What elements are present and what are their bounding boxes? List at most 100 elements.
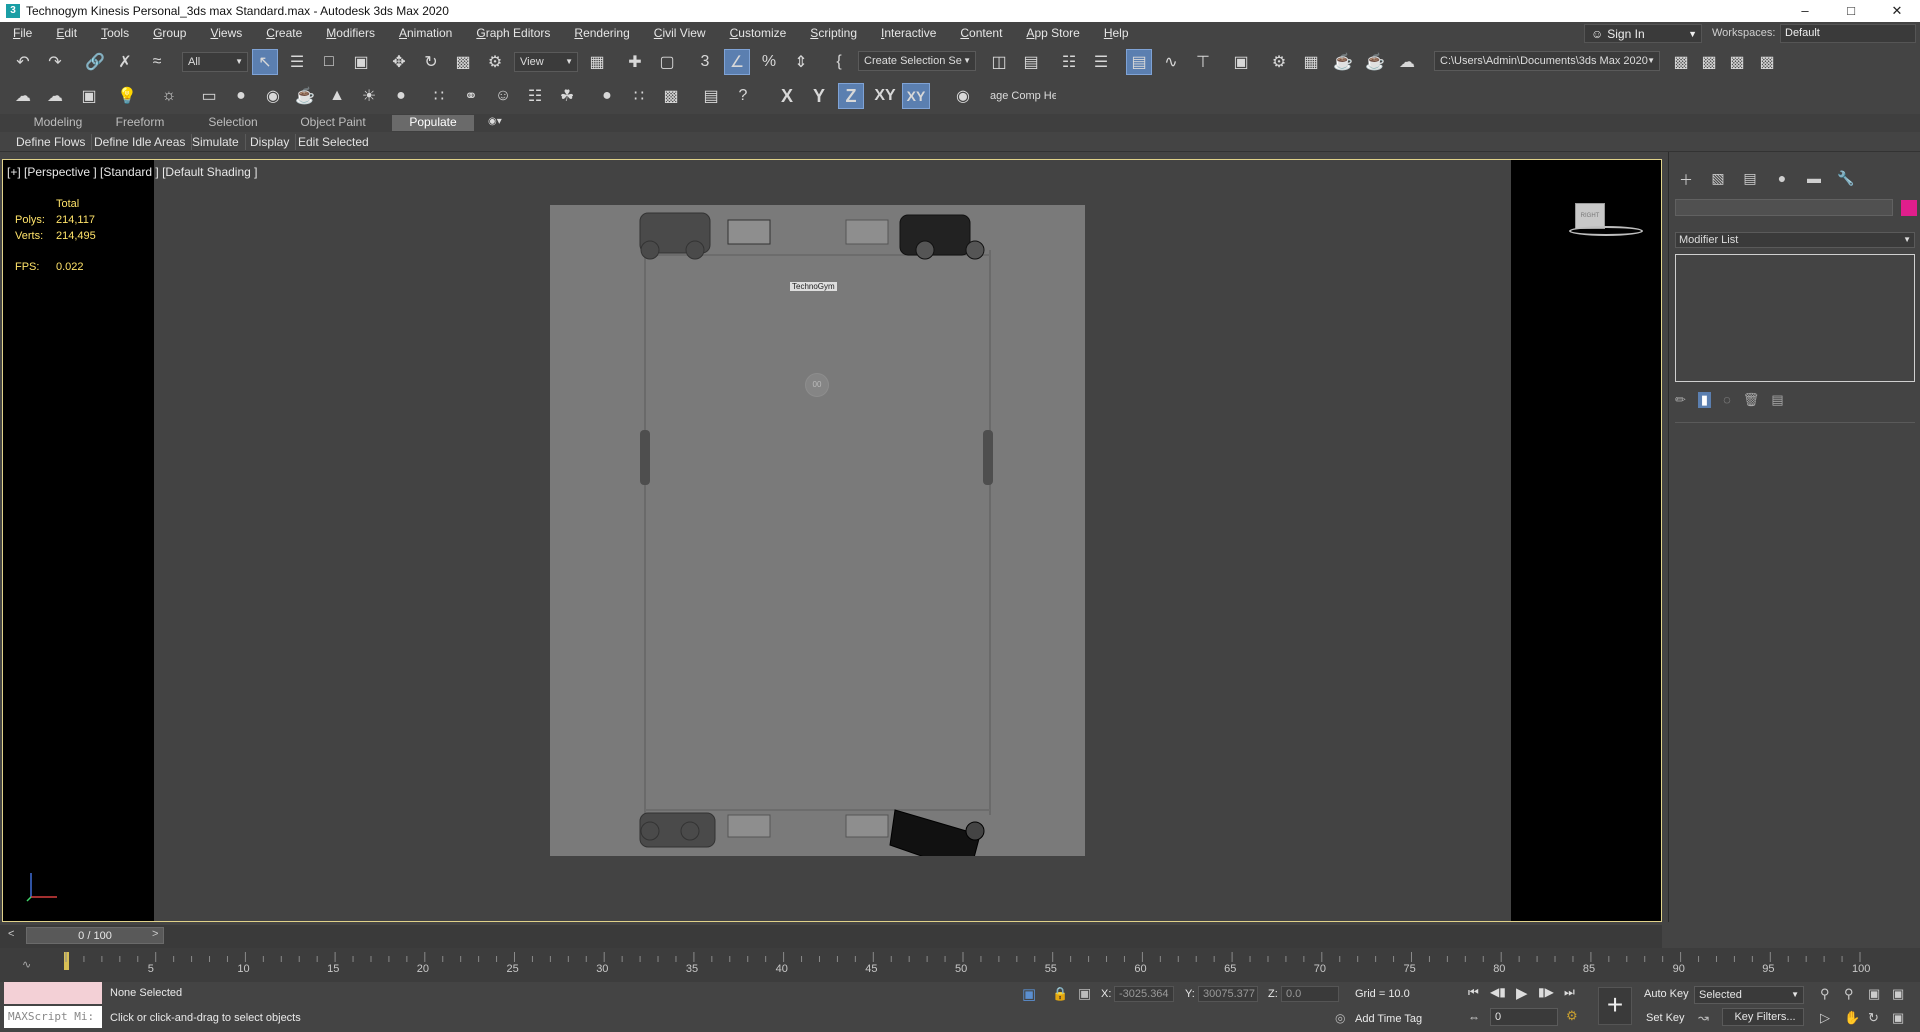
- isolate-selection-icon[interactable]: ▣: [1022, 985, 1036, 1003]
- pan-view-icon[interactable]: ✋: [1844, 1010, 1860, 1026]
- sun-icon[interactable]: ☀: [356, 83, 382, 109]
- mirror-icon[interactable]: ◫: [986, 49, 1012, 75]
- light-icon[interactable]: 💡: [114, 83, 140, 109]
- time-configuration-icon[interactable]: ⚙: [1566, 1008, 1578, 1024]
- remove-modifier-icon[interactable]: 🗑: [1743, 392, 1760, 408]
- image-icon[interactable]: ▣: [76, 83, 102, 109]
- material-sphere-icon[interactable]: ●: [594, 83, 620, 109]
- zoom-extents-all-icon[interactable]: ▣: [1892, 986, 1904, 1002]
- maxscript-mini-listener[interactable]: MAXScript Mi:: [4, 1006, 102, 1028]
- define-flows-button[interactable]: Define Flows: [10, 134, 93, 150]
- menu-interactive[interactable]: Interactive: [868, 26, 947, 40]
- render-frame-icon[interactable]: ▩: [658, 83, 684, 109]
- align-icon[interactable]: ▤: [1018, 49, 1044, 75]
- edit-selected-button[interactable]: Edit Selected: [292, 134, 375, 150]
- menu-rendering[interactable]: Rendering: [561, 26, 640, 40]
- dome-icon[interactable]: ●: [228, 83, 254, 109]
- object-name-field[interactable]: [1675, 199, 1893, 216]
- help-icon[interactable]: ?: [730, 83, 756, 109]
- sphere-icon[interactable]: ◉: [260, 83, 286, 109]
- menu-group[interactable]: Group: [140, 26, 197, 40]
- zoom-icon[interactable]: ⚲: [1820, 986, 1830, 1002]
- select-manipulate-icon[interactable]: ✚: [622, 49, 648, 75]
- maximize-viewport-icon[interactable]: ▣: [1892, 1010, 1904, 1026]
- motion-tab-icon[interactable]: ●: [1771, 170, 1793, 190]
- key-mode-toggle-icon[interactable]: ⇔: [1468, 1010, 1480, 1024]
- color-clipboard-icon[interactable]: ∷: [626, 83, 652, 109]
- viewport-label-menu[interactable]: [+] [Perspective ] [Standard ] [Default …: [7, 165, 257, 179]
- project-folder-dropdown[interactable]: C:\Users\Admin\Documents\3ds Max 2020 ▼: [1434, 51, 1660, 71]
- render-production-icon[interactable]: ☕: [1330, 49, 1356, 75]
- cloud-icon[interactable]: ☁: [42, 83, 68, 109]
- menu-civil-view[interactable]: Civil View: [641, 26, 717, 40]
- tab-object-paint[interactable]: Object Paint: [290, 115, 376, 131]
- particle-icon[interactable]: ∷: [426, 83, 452, 109]
- time-next-icon[interactable]: >: [152, 928, 158, 940]
- tab-modeling[interactable]: Modeling: [18, 115, 98, 131]
- cone-icon[interactable]: ▲: [324, 83, 350, 109]
- define-idle-areas-button[interactable]: Define Idle Areas: [88, 134, 193, 150]
- named-selection-dropdown[interactable]: Create Selection Se ▼: [858, 51, 976, 71]
- percent-snap-icon[interactable]: %: [756, 49, 782, 75]
- plane-icon[interactable]: ▭: [196, 83, 222, 109]
- material-editor-icon[interactable]: ▣: [1228, 49, 1254, 75]
- create-tab-icon[interactable]: ＋: [1675, 170, 1697, 190]
- orbit-icon[interactable]: ↻: [1868, 1010, 1879, 1026]
- unlink-icon[interactable]: ✗: [112, 49, 138, 75]
- simulate-button[interactable]: Simulate: [186, 134, 246, 150]
- select-by-name-icon[interactable]: ☰: [284, 49, 310, 75]
- menu-views[interactable]: Views: [197, 26, 253, 40]
- ribbon-options-icon[interactable]: ◉▾: [488, 116, 512, 130]
- edit-named-selection-icon[interactable]: {: [826, 49, 852, 75]
- coord-z-field[interactable]: 0.0: [1281, 986, 1339, 1002]
- scale-icon[interactable]: ▩: [450, 49, 476, 75]
- set-key-button[interactable]: Set Key: [1646, 1012, 1685, 1024]
- maximize-button[interactable]: □: [1828, 0, 1874, 22]
- menu-tools[interactable]: Tools: [88, 26, 140, 40]
- display-button[interactable]: Display: [244, 134, 297, 150]
- move-icon[interactable]: ✥: [386, 49, 412, 75]
- hierarchy-tab-icon[interactable]: ▤: [1739, 170, 1761, 190]
- restrict-z-button[interactable]: Z: [838, 83, 864, 109]
- menu-graph-editors[interactable]: Graph Editors: [463, 26, 561, 40]
- globe-icon[interactable]: ☷: [522, 83, 548, 109]
- configure-sets-icon[interactable]: ▤: [1771, 392, 1783, 408]
- display-tab-icon[interactable]: ▬: [1803, 170, 1825, 190]
- coord-x-field[interactable]: -3025.364: [1114, 986, 1174, 1002]
- menu-animation[interactable]: Animation: [386, 26, 463, 40]
- menu-content[interactable]: Content: [947, 26, 1013, 40]
- pivot-center-icon[interactable]: ▦: [584, 49, 610, 75]
- menu-edit[interactable]: Edit: [43, 26, 88, 40]
- rotate-icon[interactable]: ↻: [418, 49, 444, 75]
- bind-space-warp-icon[interactable]: ≈: [144, 49, 170, 75]
- menu-customize[interactable]: Customize: [717, 26, 798, 40]
- restrict-x-button[interactable]: X: [774, 83, 800, 109]
- curve-editor-icon[interactable]: ∿: [1158, 49, 1184, 75]
- rendered-frame-window-icon[interactable]: ▦: [1298, 49, 1324, 75]
- redo-icon[interactable]: ↷: [42, 49, 68, 75]
- tab-selection[interactable]: Selection: [196, 115, 270, 131]
- render-iterative-icon[interactable]: ☕: [1362, 49, 1388, 75]
- menu-file[interactable]: File: [0, 26, 43, 40]
- project-folder-icon[interactable]: ▩: [1668, 49, 1694, 75]
- perspective-viewport[interactable]: [+] [Perspective ] [Standard ] [Default …: [2, 159, 1662, 922]
- scene-explorer-icon[interactable]: ☷: [1056, 49, 1082, 75]
- menu-create[interactable]: Create: [253, 26, 313, 40]
- spinner-snap-icon[interactable]: ⇕: [788, 49, 814, 75]
- foliage-icon[interactable]: ☘: [554, 83, 580, 109]
- bone-icon[interactable]: ⚭: [458, 83, 484, 109]
- image-comp-help-label[interactable]: age Comp Help: [990, 90, 1056, 102]
- key-filters-button[interactable]: Key Filters...: [1722, 1008, 1804, 1026]
- track-bar[interactable]: ∿ 5 10 15 20 25 30 35 40 45 50 55 60 65 70 75 80 85 90 95 1…: [0, 948, 1920, 982]
- set-keys-button[interactable]: +: [1598, 987, 1632, 1025]
- menu-scripting[interactable]: Scripting: [797, 26, 868, 40]
- time-slider[interactable]: < 0 / 100 >: [0, 925, 1662, 949]
- coord-y-field[interactable]: 30075.377: [1198, 986, 1258, 1002]
- snaps-toggle-icon[interactable]: 3: [692, 49, 718, 75]
- render-setup-icon[interactable]: ⚙: [1266, 49, 1292, 75]
- toggle-ribbon-icon[interactable]: ▤: [1126, 49, 1152, 75]
- tab-populate[interactable]: Populate: [392, 115, 474, 131]
- add-time-tag-button[interactable]: Add Time Tag: [1355, 1013, 1422, 1025]
- image-comp-icon[interactable]: ◉: [950, 83, 976, 109]
- layer-explorer-icon[interactable]: ☰: [1088, 49, 1114, 75]
